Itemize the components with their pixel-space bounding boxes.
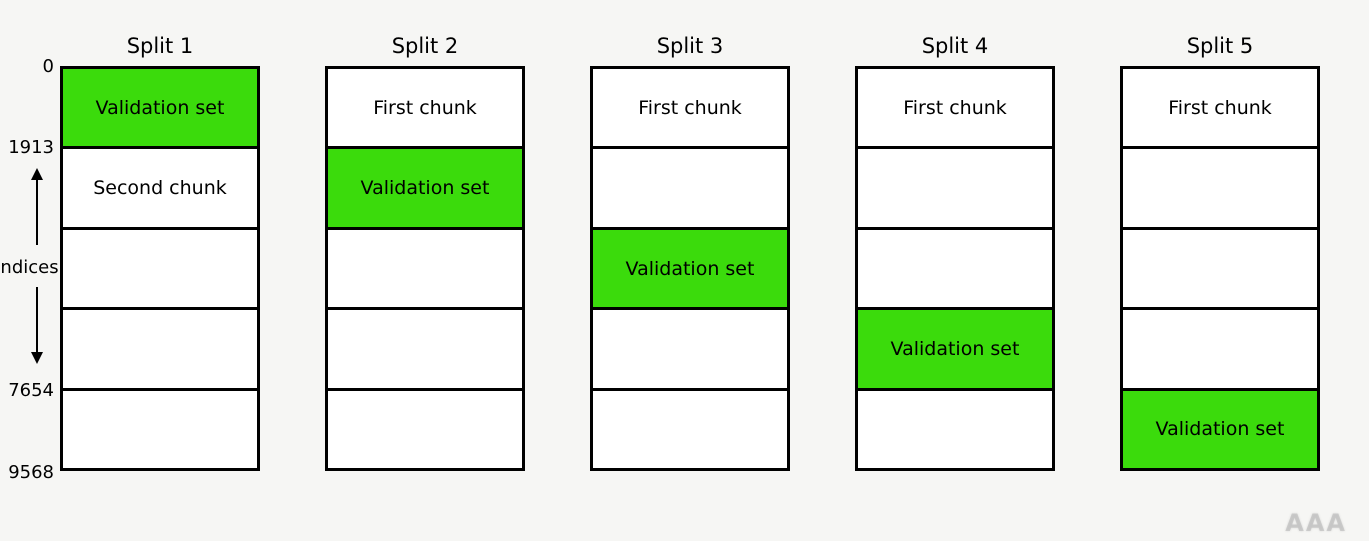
axis-label: indices bbox=[0, 257, 62, 278]
split2-fold4 bbox=[328, 307, 522, 387]
split5-fold2 bbox=[1123, 146, 1317, 226]
tick-7654: 7654 bbox=[0, 380, 54, 401]
split-title-1: Split 1 bbox=[60, 34, 260, 58]
arrow-down-icon bbox=[36, 287, 38, 362]
split-stack-3: First chunk Validation set bbox=[590, 66, 790, 471]
tick-0: 0 bbox=[0, 56, 54, 77]
split-stack-2: First chunk Validation set bbox=[325, 66, 525, 471]
split-title-4: Split 4 bbox=[855, 34, 1055, 58]
split2-fold1: First chunk bbox=[328, 69, 522, 146]
split3-fold3-validation: Validation set bbox=[593, 227, 787, 307]
split5-fold1: First chunk bbox=[1123, 69, 1317, 146]
split3-fold5 bbox=[593, 388, 787, 468]
split2-fold3 bbox=[328, 227, 522, 307]
split4-fold4-validation: Validation set bbox=[858, 307, 1052, 387]
split1-fold5 bbox=[63, 388, 257, 468]
split2-fold2-validation: Validation set bbox=[328, 146, 522, 226]
split4-fold1: First chunk bbox=[858, 69, 1052, 146]
arrow-up-icon bbox=[36, 170, 38, 245]
split1-fold2: Second chunk bbox=[63, 146, 257, 226]
split4-fold2 bbox=[858, 146, 1052, 226]
tick-9568: 9568 bbox=[0, 462, 54, 483]
watermark: AAA bbox=[1285, 509, 1347, 537]
split5-fold5-validation: Validation set bbox=[1123, 388, 1317, 468]
diagram-canvas: 0 1913 7654 9568 indices Split 1 Validat… bbox=[0, 0, 1369, 541]
split-title-2: Split 2 bbox=[325, 34, 525, 58]
split4-fold5 bbox=[858, 388, 1052, 468]
split3-fold1: First chunk bbox=[593, 69, 787, 146]
split5-fold3 bbox=[1123, 227, 1317, 307]
split-title-5: Split 5 bbox=[1120, 34, 1320, 58]
split4-fold3 bbox=[858, 227, 1052, 307]
tick-1913: 1913 bbox=[0, 137, 54, 158]
split2-fold5 bbox=[328, 388, 522, 468]
split-stack-5: First chunk Validation set bbox=[1120, 66, 1320, 471]
split1-fold1-validation: Validation set bbox=[63, 69, 257, 146]
split-title-3: Split 3 bbox=[590, 34, 790, 58]
split1-fold3 bbox=[63, 227, 257, 307]
split-stack-4: First chunk Validation set bbox=[855, 66, 1055, 471]
split5-fold4 bbox=[1123, 307, 1317, 387]
split-stack-1: Validation set Second chunk bbox=[60, 66, 260, 471]
split1-fold4 bbox=[63, 307, 257, 387]
split3-fold2 bbox=[593, 146, 787, 226]
split3-fold4 bbox=[593, 307, 787, 387]
